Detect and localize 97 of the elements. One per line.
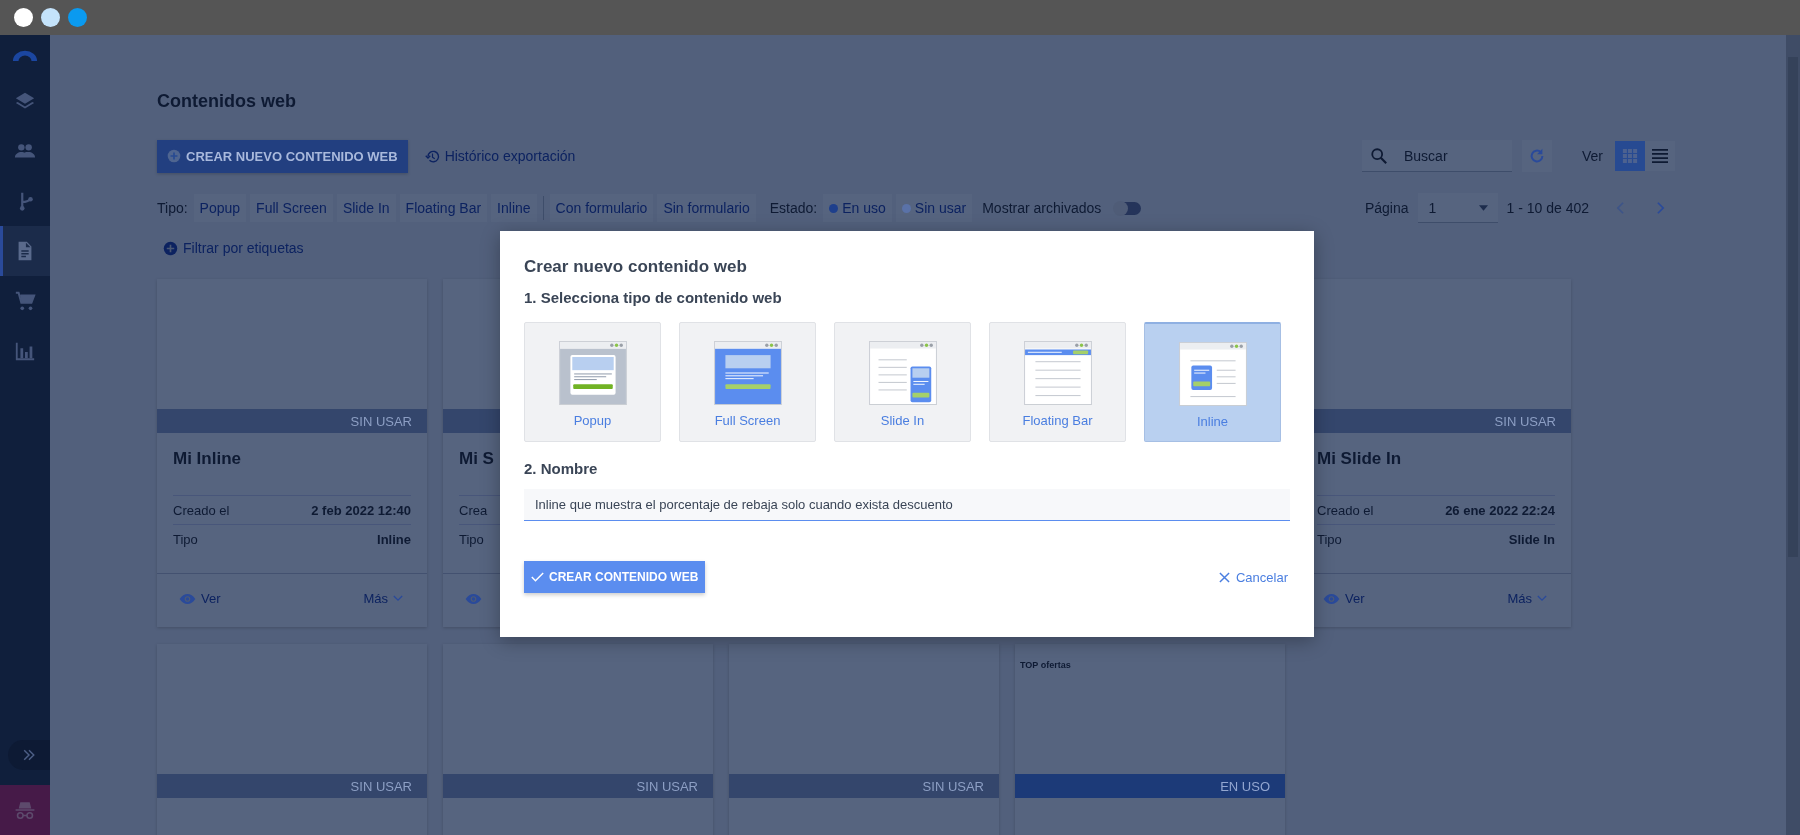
scrollbar[interactable] <box>1786 35 1800 835</box>
status-text: SIN USAR <box>350 413 412 429</box>
logo-icon[interactable] <box>11 49 39 62</box>
content-type-option[interactable]: Inline <box>1144 322 1281 442</box>
status-text: SIN USAR <box>1494 413 1556 429</box>
form-filter-chip[interactable]: Con formulario <box>549 194 654 222</box>
content-card[interactable]: SIN USAR Mi Inline Creado el 2 feb 2022 12:40 Tipo Inline Ver Más <box>157 279 427 627</box>
page-range: 1 - 10 de 402 <box>1506 200 1589 216</box>
type-value: Slide In <box>1508 531 1555 547</box>
browser-window-icon <box>556 341 629 405</box>
more-button[interactable]: Más <box>1507 591 1547 606</box>
window-control-icon[interactable] <box>14 8 33 27</box>
content-card[interactable]: TOP ofertas EN USO <box>1015 644 1285 835</box>
content-card[interactable]: SIN USAR <box>443 644 713 835</box>
expand-sidebar-button[interactable] <box>8 740 50 770</box>
view-button[interactable]: Ver <box>179 591 221 606</box>
status-text: EN USO <box>1220 778 1270 794</box>
type-filter-chip[interactable]: Floating Bar <box>399 194 488 222</box>
search-icon <box>1370 147 1388 165</box>
content-type-option[interactable]: Full Screen <box>679 322 816 442</box>
archived-toggle[interactable] <box>1115 201 1142 215</box>
preview-text: TOP ofertas <box>1020 660 1071 670</box>
content-type-option[interactable]: Slide In <box>834 322 971 442</box>
created-label: Crea <box>459 502 488 518</box>
more-button[interactable]: Más <box>363 591 403 606</box>
list-icon <box>1652 148 1668 164</box>
step-heading: 1. Selecciona tipo de contenido web <box>524 289 783 306</box>
view-label: Ver <box>1582 148 1603 164</box>
created-date: 2 feb 2022 12:40 <box>311 502 411 518</box>
window-control-icon[interactable] <box>41 8 60 27</box>
status-filter-chip[interactable]: Sin usar <box>895 194 973 222</box>
refresh-button[interactable] <box>1522 140 1552 172</box>
view-button[interactable] <box>465 592 482 605</box>
grid-view-button[interactable] <box>1615 141 1645 171</box>
eye-icon <box>465 592 482 605</box>
browser-window-icon <box>866 341 939 405</box>
incognito-icon[interactable] <box>14 800 36 820</box>
content-type-option[interactable]: Floating Bar <box>989 322 1126 442</box>
content-type-option[interactable]: Popup <box>524 322 661 442</box>
card-title: Mi Inline <box>173 449 241 468</box>
type-filter-chip[interactable]: Inline <box>491 194 537 222</box>
status-text: SIN USAR <box>350 778 412 794</box>
search-field[interactable]: Buscar <box>1362 140 1512 172</box>
page-label: Página <box>1364 200 1409 216</box>
dialog-title: Crear nuevo contenido web <box>524 257 748 277</box>
view-button[interactable]: Ver <box>1323 591 1365 606</box>
create-button[interactable]: CREAR CONTENIDO WEB <box>524 561 706 593</box>
bar-chart-icon <box>14 340 36 362</box>
status-text: SIN USAR <box>922 778 984 794</box>
card-title: Mi Slide In <box>1317 449 1402 468</box>
type-filter-chip[interactable]: Popup <box>193 194 247 222</box>
chevron-down-icon <box>1537 595 1547 602</box>
chevron-right-icon <box>1655 201 1665 215</box>
created-date: 26 ene 2022 22:24 <box>1445 502 1555 518</box>
type-label: Tipo <box>173 531 198 547</box>
type-filter-chip[interactable]: Full Screen <box>250 194 333 222</box>
form-filter-chip[interactable]: Sin formulario <box>657 194 756 222</box>
cancel-button[interactable]: Cancelar <box>1218 569 1288 585</box>
sidebar-item[interactable] <box>0 226 50 276</box>
history-icon <box>424 148 440 164</box>
page-title: Contenidos web <box>157 91 297 113</box>
type-filter-chip[interactable]: Slide In <box>336 194 396 222</box>
created-label: Creado el <box>173 502 230 518</box>
close-icon <box>1218 571 1230 583</box>
plus-circle-icon <box>167 149 181 163</box>
type-label: Tipo <box>1317 531 1342 547</box>
status-filter-label: Estado: <box>769 200 818 216</box>
archived-label: Mostrar archivados <box>982 200 1102 216</box>
export-history-link[interactable]: Histórico exportación <box>424 148 576 164</box>
double-chevron-icon <box>21 747 37 763</box>
eye-icon <box>1323 592 1340 605</box>
status-filter-chip[interactable]: En uso <box>823 194 892 222</box>
list-view-button[interactable] <box>1645 141 1675 171</box>
cart-icon <box>14 290 36 312</box>
card-title: Mi S <box>459 449 494 468</box>
check-icon <box>531 572 544 582</box>
eye-icon <box>179 592 196 605</box>
browser-window-icon <box>1021 341 1094 405</box>
browser-window-icon <box>711 341 784 405</box>
create-content-button[interactable]: CREAR NUEVO CONTENIDO WEB <box>157 139 408 173</box>
chevron-down-icon <box>393 595 403 602</box>
type-label: Tipo <box>459 531 484 547</box>
caret-icon <box>1479 204 1489 211</box>
created-label: Creado el <box>1317 502 1374 518</box>
name-input-field[interactable]: Inline que muestra el porcentaje de rebaja solo cuando exista descuento <box>524 489 1290 521</box>
page-select[interactable]: 1 <box>1418 193 1499 223</box>
content-card[interactable]: SIN USAR <box>729 644 999 835</box>
grid-icon <box>1622 148 1638 164</box>
filter-by-tags-link[interactable]: Filtrar por etiquetas <box>163 239 1786 257</box>
type-value: Inline <box>377 531 411 547</box>
step-heading: 2. Nombre <box>524 460 599 477</box>
type-filter-label: Tipo: <box>157 200 188 216</box>
plus-circle-icon <box>163 240 178 256</box>
browser-window-icon <box>1176 342 1249 406</box>
status-text: SIN USAR <box>636 778 698 794</box>
content-card[interactable]: SIN USAR <box>157 644 427 835</box>
refresh-icon <box>1528 147 1546 165</box>
